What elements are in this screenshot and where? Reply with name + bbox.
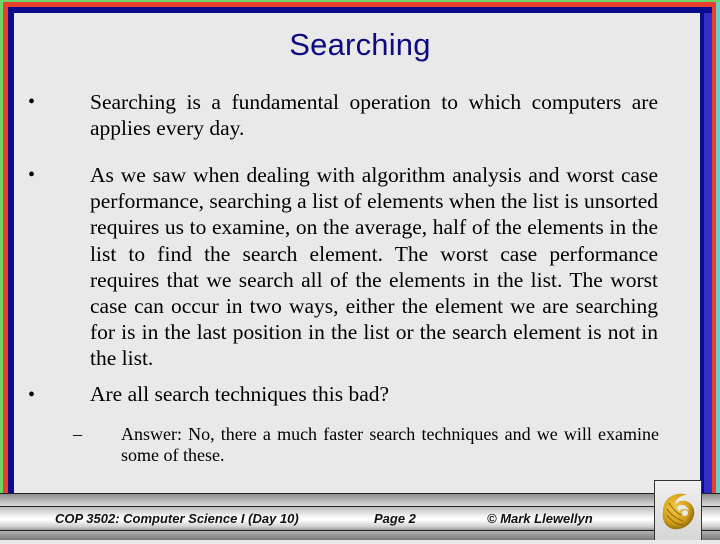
pegasus-logo-icon: [662, 493, 695, 530]
frame-blue-bevel: [704, 13, 712, 540]
bullet-1-text: Searching is a fundamental operation to …: [90, 90, 658, 141]
slide-title: Searching: [289, 27, 431, 62]
footer-bar: COP 3502: Computer Science I (Day 10) Pa…: [0, 493, 720, 540]
bullet-marker: •: [28, 91, 36, 113]
sub-bullet-text: Answer: No, there a much faster search t…: [121, 424, 659, 465]
frame-teal-edge: [716, 2, 720, 540]
bullet-marker: •: [28, 384, 36, 406]
footer-band: COP 3502: Computer Science I (Day 10) Pa…: [0, 506, 720, 531]
bullet-marker: •: [28, 164, 36, 186]
footer-copyright: © Mark Llewellyn: [487, 511, 593, 526]
sub-bullet-marker: –: [73, 424, 82, 444]
footer-course: COP 3502: Computer Science I (Day 10): [55, 511, 299, 526]
bullet-2-text: As we saw when dealing with algorithm an…: [90, 163, 658, 371]
bullet-3-text: Are all search techniques this bad?: [90, 382, 390, 406]
logo-box: [654, 480, 702, 540]
footer-page-number: Page 2: [374, 511, 416, 526]
